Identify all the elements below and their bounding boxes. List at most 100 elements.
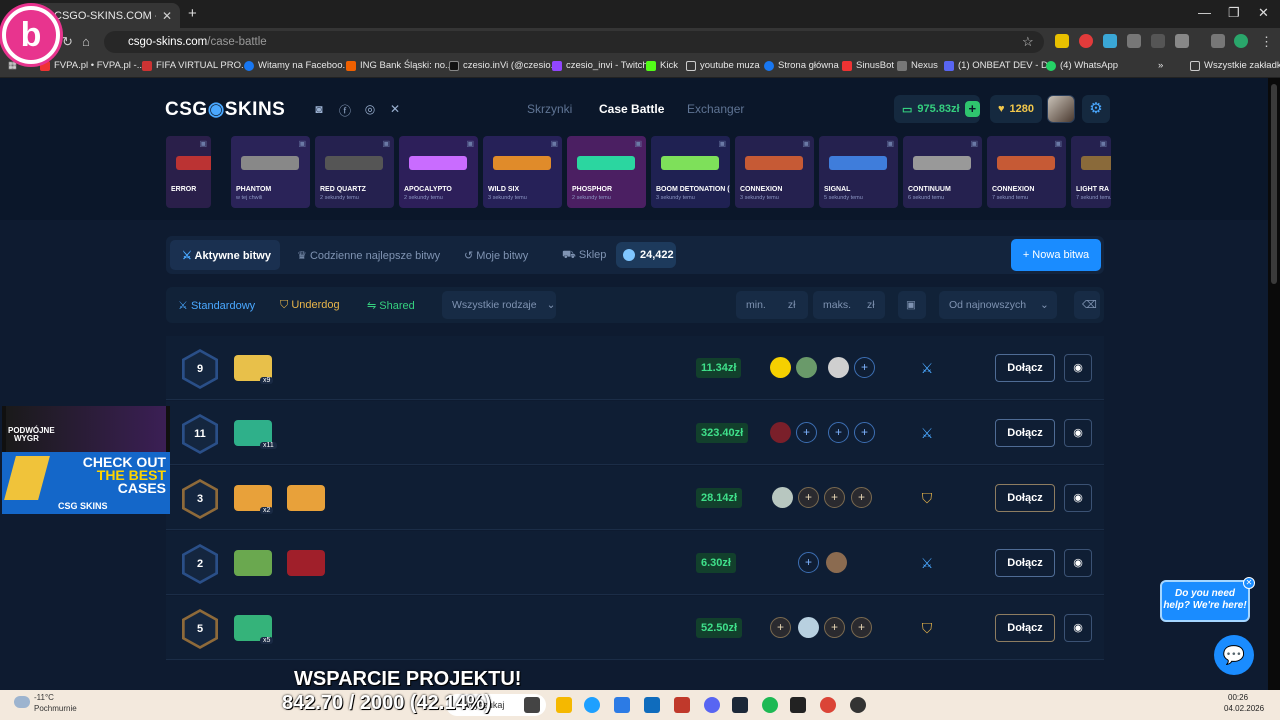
outlook-icon[interactable]	[644, 697, 660, 713]
drop-card[interactable]: ▣ APOCALYPTO 2 sekundy temu	[399, 136, 478, 208]
instagram-icon[interactable]: ◎	[363, 102, 377, 116]
scrollbar-thumb[interactable]	[1271, 84, 1277, 284]
battle-row[interactable]: 3 x2 28.14zł + + + ⛉ Dołącz ◉	[166, 466, 1104, 530]
player-avatar[interactable]	[772, 487, 793, 508]
join-battle-button[interactable]: Dołącz	[995, 614, 1055, 642]
bookmark-star-icon[interactable]: ☆	[1022, 34, 1034, 50]
player-avatar[interactable]	[828, 357, 849, 378]
bookmark-item[interactable]: Nexus	[897, 60, 938, 71]
bookmark-item[interactable]: SinusBot	[842, 60, 894, 71]
chat-launcher-icon[interactable]: 💬	[1214, 635, 1254, 675]
close-help-icon[interactable]: ✕	[1243, 577, 1255, 589]
min-price-input[interactable]: min. zł	[736, 291, 808, 319]
tab-shop[interactable]: ⛟ Sklep	[562, 249, 606, 263]
add-player-icon[interactable]: +	[824, 487, 845, 508]
settings-gear-icon[interactable]: ⚙	[1082, 95, 1110, 123]
view-battle-eye-icon[interactable]: ◉	[1064, 354, 1092, 382]
extension-icon[interactable]	[1151, 34, 1165, 48]
new-tab-icon[interactable]: +	[188, 5, 197, 22]
user-avatar[interactable]	[1047, 95, 1075, 123]
drop-card[interactable]: ▣ BOOM DETONATION (GLITTER) 3 sekundy temu	[651, 136, 730, 208]
explorer-icon[interactable]	[556, 697, 572, 713]
drop-card[interactable]: ▣ LIGHT RA 7 sekund temu	[1071, 136, 1111, 208]
filter-standard[interactable]: ⚔ Standardowy	[178, 299, 255, 312]
close-tab-icon[interactable]: ✕	[162, 9, 172, 23]
gems-balance[interactable]: 24,422	[616, 242, 676, 268]
bookmark-item[interactable]: (4) WhatsApp	[1046, 60, 1118, 71]
steam-icon[interactable]	[732, 697, 748, 713]
join-battle-button[interactable]: Dołącz	[995, 549, 1055, 577]
filter-underdog[interactable]: ⛉ Underdog	[280, 299, 340, 312]
add-player-icon[interactable]: +	[851, 617, 872, 638]
add-player-icon[interactable]: +	[854, 357, 875, 378]
balance-badge[interactable]: ▭ 975.83zł +	[894, 95, 980, 123]
obs-icon[interactable]	[850, 697, 866, 713]
nav-case-battle[interactable]: Case Battle	[599, 102, 664, 116]
player-avatar[interactable]	[798, 617, 819, 638]
player-avatar[interactable]	[826, 552, 847, 573]
promo-banner[interactable]: PODWÓJNE WYGR CHECK OUT THE BEST CASES CSG…	[2, 406, 170, 514]
extension-icon[interactable]	[1127, 34, 1141, 48]
drop-card[interactable]: ▣ CONTINUUM 6 sekund temu	[903, 136, 982, 208]
task-view-icon[interactable]	[524, 697, 540, 713]
case-filter-icon[interactable]: ▣	[898, 291, 926, 319]
battle-row[interactable]: 11 x11 323.40zł + + + ⚔ Dołącz ◉	[166, 401, 1104, 465]
view-battle-eye-icon[interactable]: ◉	[1064, 419, 1092, 447]
extension-icon[interactable]	[1103, 34, 1117, 48]
profile-icon[interactable]	[1234, 34, 1248, 48]
join-battle-button[interactable]: Dołącz	[995, 354, 1055, 382]
discord-icon[interactable]: ◙	[312, 102, 326, 116]
drop-card[interactable]: ▣ CONNEXION 7 sekund temu	[987, 136, 1066, 208]
drop-card[interactable]: ▣ ERROR	[166, 136, 211, 208]
nav-exchanger[interactable]: Exchanger	[687, 102, 744, 116]
max-price-input[interactable]: maks. zł	[813, 291, 885, 319]
add-player-icon[interactable]: +	[798, 552, 819, 573]
add-player-icon[interactable]: +	[824, 617, 845, 638]
tab-my-battles[interactable]: ↺ Moje bitwy	[464, 249, 528, 262]
close-window-icon[interactable]: ✕	[1258, 5, 1269, 21]
more-bookmarks-icon[interactable]: »	[1158, 60, 1163, 71]
edge-icon[interactable]	[584, 697, 600, 713]
add-player-icon[interactable]: +	[770, 617, 791, 638]
x-twitter-icon[interactable]: ✕	[388, 102, 402, 116]
view-battle-eye-icon[interactable]: ◉	[1064, 484, 1092, 512]
restore-icon[interactable]: ❐	[1228, 5, 1240, 21]
bookmark-item[interactable]: Kick	[646, 60, 678, 71]
bookmark-item[interactable]: FIFA VIRTUAL PRO...	[142, 60, 249, 71]
clear-filters-icon[interactable]: ⌫	[1074, 291, 1100, 319]
bookmark-item[interactable]: czesio.inVi (@czesio...	[449, 60, 559, 71]
battle-row[interactable]: 5 x5 52.50zł + + + ⛉ Dołącz ◉	[166, 596, 1104, 660]
home-icon[interactable]: ⌂	[82, 34, 90, 49]
add-player-icon[interactable]: +	[796, 422, 817, 443]
tab-search-icon[interactable]	[1211, 34, 1225, 48]
apps-grid-icon[interactable]: ▦	[8, 60, 17, 71]
add-player-icon[interactable]: +	[828, 422, 849, 443]
filter-shared[interactable]: ⇋ Shared	[367, 299, 415, 312]
player-avatar[interactable]	[796, 357, 817, 378]
extensions-puzzle-icon[interactable]	[1175, 34, 1189, 48]
join-battle-button[interactable]: Dołącz	[995, 484, 1055, 512]
coins-badge[interactable]: ♥ 1280	[990, 95, 1042, 123]
nav-skrzynki[interactable]: Skrzynki	[527, 102, 572, 116]
bookmark-item[interactable]: FVPA.pl • FVPA.pl -...	[40, 60, 145, 71]
player-avatar[interactable]	[770, 357, 791, 378]
facebook-icon[interactable]: ⓕ	[338, 102, 352, 118]
drop-card[interactable]: ▣ SIGNAL 5 sekundy temu	[819, 136, 898, 208]
tab-active-battles[interactable]: ⚔ Aktywne bitwy	[182, 249, 271, 262]
battle-row[interactable]: 2 6.30zł + ⚔ Dołącz ◉	[166, 531, 1104, 595]
bookmark-item[interactable]: ING Bank Śląski: no...	[346, 60, 453, 71]
extension-icon[interactable]	[1079, 34, 1093, 48]
minimize-icon[interactable]: —	[1198, 5, 1211, 20]
drop-card[interactable]: ▣ RED QUARTZ 2 sekundy temu	[315, 136, 394, 208]
tab-daily-best[interactable]: ♛ Codzienne najlepsze bitwy	[297, 249, 440, 262]
add-player-icon[interactable]: +	[851, 487, 872, 508]
view-battle-eye-icon[interactable]: ◉	[1064, 549, 1092, 577]
chrome-icon[interactable]	[820, 697, 836, 713]
bookmark-item[interactable]: youtube muza	[686, 60, 760, 71]
extension-icon[interactable]	[1055, 34, 1069, 48]
bookmark-item[interactable]: (1) ONBEAT DEV - D...	[944, 60, 1056, 71]
store-icon[interactable]	[614, 697, 630, 713]
sort-select[interactable]: Od najnowszych ⌄	[939, 291, 1057, 319]
bookmark-item[interactable]: Strona główna	[764, 60, 839, 71]
bookmark-item[interactable]: Witamy na Faceboo...	[244, 60, 350, 71]
